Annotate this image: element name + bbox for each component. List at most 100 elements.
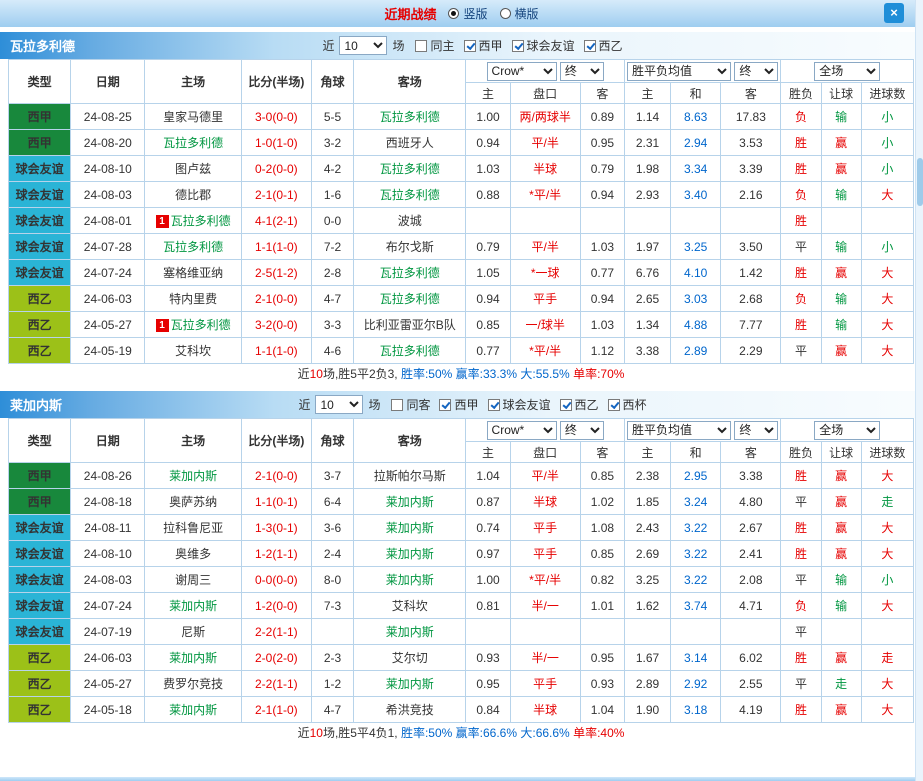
avg-home-cell: 3.25 [623,566,672,593]
handicap-result-cell: 赢 [820,514,862,541]
score-cell: 2-1(0-0) [240,462,312,489]
scope-select[interactable]: 全场 [814,420,881,440]
filter-checkbox-球会友谊[interactable]: 球会友谊 [511,37,575,54]
avg-away-cell: 4.80 [720,488,782,515]
score-cell: 1-0(1-0) [240,129,312,156]
away-team-cell: 波城 [353,207,467,234]
corner-cell [310,618,355,645]
filter-checkbox-球会友谊[interactable]: 球会友谊 [487,396,551,413]
avg-state-select[interactable]: 终 [734,420,779,440]
avg-type-select[interactable]: 胜平负均值 [627,420,732,440]
corner-cell: 7-3 [310,592,355,619]
checkbox-checked-icon[interactable] [607,398,620,411]
home-team-cell: 图卢兹 [144,155,242,182]
away-team-cell: 莱加内斯 [353,670,467,697]
summary-part: 近 [297,367,310,381]
odds-company-select[interactable]: Crow* [486,61,557,81]
match-row: 西乙 24-05-18 莱加内斯 2-1(1-0) 4-7 希洪竞技 0.84 半球 1.04 1… [7,696,915,723]
games-count-select[interactable]: 10 [315,395,364,414]
match-row: 球会友谊 24-08-11 拉科鲁尼亚 1-3(0-1) 3-6 莱加内斯 0.74 平手 1.… [7,514,915,541]
result-cell: 负 [780,592,822,619]
corner-cell: 2-4 [310,540,355,567]
avg-away-cell: 6.02 [720,644,782,671]
scope-select[interactable]: 全场 [814,61,881,81]
team-label: 西班牙人 [385,136,434,150]
team-label: 奥维多 [175,547,212,561]
checkbox-unchecked-icon[interactable] [415,39,428,52]
league-cell: 西乙 [7,311,72,338]
avg-type-select[interactable]: 胜平负均值 [627,61,732,81]
odds-home-cell: 0.74 [465,514,511,541]
layout-radio-horizontal[interactable]: 横版 [499,5,539,22]
checkbox-checked-icon[interactable] [583,39,596,52]
scrollbar[interactable] [915,0,923,781]
odds-home-cell: 0.81 [465,592,511,619]
date-cell: 24-08-18 [70,488,146,515]
odds-away-cell: 1.03 [579,233,625,260]
filter-checkbox-同客[interactable]: 同客 [391,396,430,413]
checkbox-checked-icon[interactable] [463,39,476,52]
odds-company-select[interactable]: Crow* [486,420,557,440]
filter-checkbox-同主[interactable]: 同主 [415,37,455,54]
filter-checkbox-西甲[interactable]: 西甲 [463,37,503,54]
handicap-result-cell: 赢 [820,259,862,286]
odds-home-cell [465,207,511,234]
handicap-result-cell: 输 [820,181,862,208]
avg-home-cell: 2.38 [623,462,672,489]
team-label: 莱加内斯 [385,625,434,639]
avg-home-cell: 3.38 [623,337,672,364]
match-row: 球会友谊 24-08-10 图卢兹 0-2(0-0) 4-2 瓦拉多利德 1.03 半球 0.7… [7,155,915,182]
date-cell: 24-07-19 [70,618,146,645]
away-team-cell: 瓦拉多利德 [353,259,467,286]
games-count-select[interactable]: 10 [339,36,388,55]
avg-draw-cell: 2.89 [670,337,722,364]
league-cell: 西乙 [7,644,72,671]
avg-away-cell: 2.55 [720,670,782,697]
subheader-avg-home: 主 [623,82,672,104]
filter-checkbox-西乙[interactable]: 西乙 [583,37,623,54]
team-label: 瓦拉多利德 [379,110,440,124]
result-cell: 胜 [780,696,822,723]
checkbox-checked-icon[interactable] [439,398,452,411]
odds-home-cell: 1.00 [465,566,511,593]
subheader-avg-home: 主 [623,441,672,463]
team-label: 比利亚雷亚尔B队 [363,318,456,332]
odds-selects-cell: Crow* 终 [465,59,625,83]
radio-label-horizontal: 横版 [514,7,539,21]
odds-away-cell: 0.85 [579,540,625,567]
radio-unselected-icon[interactable] [499,8,511,19]
odds-away-cell: 0.95 [579,644,625,671]
subheader-handicap-result: 让球 [820,441,862,463]
radio-selected-icon[interactable] [448,8,460,19]
corner-cell: 4-7 [310,285,355,312]
checkbox-checked-icon[interactable] [559,398,572,411]
subheader-odds-handicap: 盘口 [509,441,581,463]
team-label: 瓦拉多利德 [379,162,440,176]
scrollbar-thumb[interactable] [917,158,923,206]
team-label: 瓦拉多利德 [379,266,440,280]
odds-handicap-cell: 半/一 [509,644,581,671]
filter-checkbox-西杯[interactable]: 西杯 [607,396,647,413]
date-cell: 24-08-26 [70,462,146,489]
checkbox-checked-icon[interactable] [511,39,524,52]
filter-checkbox-西甲[interactable]: 西甲 [439,396,479,413]
home-team-cell: 谢周三 [144,566,242,593]
odds-state-select[interactable]: 终 [559,420,604,440]
corner-cell: 2-3 [310,644,355,671]
checkbox-checked-icon[interactable] [487,398,500,411]
odds-handicap-cell: 平手 [509,285,581,312]
team-label: 拉斯帕尔马斯 [373,469,446,483]
handicap-result-cell: 赢 [820,488,862,515]
odds-away-cell: 1.03 [579,311,625,338]
layout-radio-vertical[interactable]: 竖版 [448,5,488,22]
avg-away-cell [720,207,782,234]
result-cell: 平 [780,337,822,364]
team-label: 瓦拉多利德 [163,136,224,150]
filter-checkbox-西乙[interactable]: 西乙 [559,396,599,413]
odds-state-select[interactable]: 终 [559,61,604,81]
home-team-cell: 莱加内斯 [144,592,242,619]
close-button[interactable]: × [884,3,904,23]
checkbox-unchecked-icon[interactable] [391,398,404,411]
away-team-cell: 瓦拉多利德 [353,337,467,364]
avg-state-select[interactable]: 终 [734,61,779,81]
